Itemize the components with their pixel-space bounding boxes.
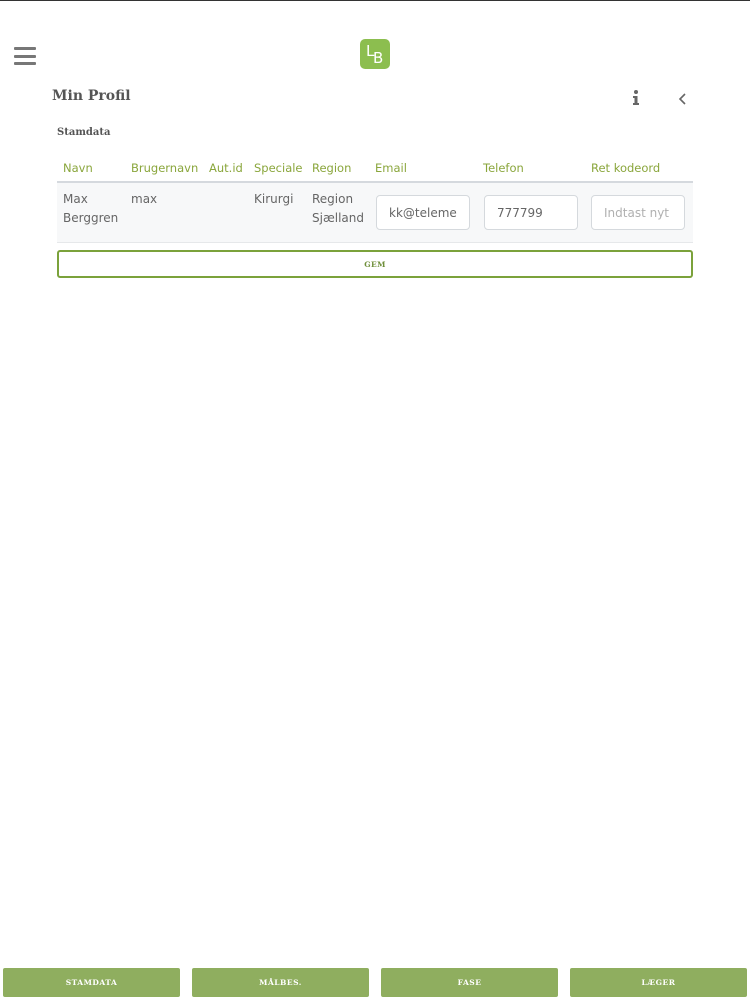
column-header-ret-kodeord: Ret kodeord (591, 161, 661, 175)
section-title: Stamdata (57, 127, 111, 138)
chevron-left-icon[interactable] (677, 91, 689, 107)
nav-laeger-button[interactable]: LÆGER (570, 968, 747, 997)
profile-table: Navn Brugernavn Aut.id Speciale Region E… (57, 152, 693, 243)
column-header-speciale: Speciale (254, 161, 303, 175)
column-header-aut-id: Aut.id (209, 161, 243, 175)
nav-malbes-button[interactable]: MÅLBES. (192, 968, 369, 997)
save-button[interactable]: GEM (57, 250, 693, 278)
new-password-input[interactable] (591, 195, 685, 230)
column-header-brugernavn: Brugernavn (131, 161, 199, 175)
column-header-telefon: Telefon (483, 161, 524, 175)
table-row: Max Berggren max Kirurgi Region Sjælland (57, 183, 693, 243)
region-line1: Region (312, 192, 354, 206)
nav-fase-button[interactable]: FASE (381, 968, 558, 997)
nav-stamdata-button[interactable]: STAMDATA (3, 968, 180, 997)
cell-navn: Max Berggren (63, 190, 118, 228)
column-header-navn: Navn (63, 161, 93, 175)
app-logo: L B (360, 39, 390, 69)
name-first: Max (63, 192, 88, 206)
hamburger-menu-icon[interactable] (14, 47, 36, 65)
column-header-email: Email (375, 161, 407, 175)
page-title: Min Profil (52, 88, 131, 104)
cell-region: Region Sjælland (312, 190, 364, 228)
email-input[interactable] (376, 195, 470, 230)
info-icon[interactable] (629, 89, 643, 107)
top-border (0, 0, 750, 1)
region-line2: Sjælland (312, 211, 364, 225)
name-last: Berggren (63, 211, 119, 225)
bottom-nav: STAMDATA MÅLBES. FASE LÆGER (0, 968, 750, 998)
cell-brugernavn: max (131, 192, 158, 206)
logo-letter-b: B (373, 49, 384, 67)
column-header-region: Region (312, 161, 352, 175)
cell-speciale: Kirurgi (254, 192, 294, 206)
phone-input[interactable] (484, 195, 578, 230)
table-header-row: Navn Brugernavn Aut.id Speciale Region E… (57, 152, 693, 183)
